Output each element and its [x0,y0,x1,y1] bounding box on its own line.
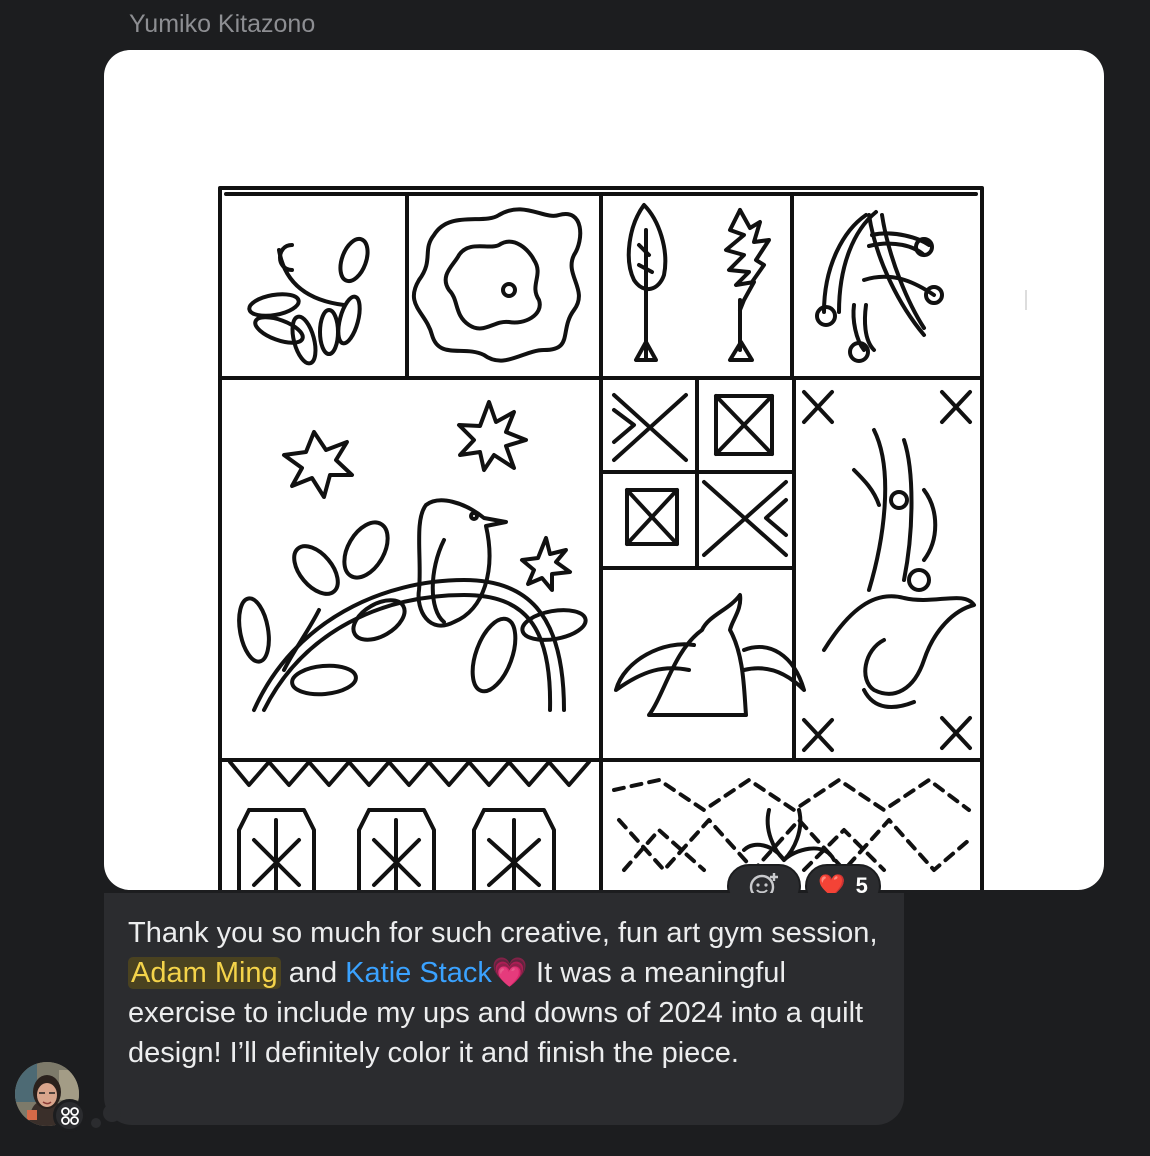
heart-emoji: 💗 [491,957,528,989]
sender-name[interactable]: Yumiko Kitazono [129,10,315,39]
message-text-part1: Thank you so much for such creative, fun… [128,917,878,949]
quilt-sketch [218,186,1027,890]
bubble-tail-dot [91,1118,101,1128]
mention-adam-ming[interactable]: Adam Ming [128,957,281,989]
bubble-tail [103,1104,121,1122]
message-text-part2: and [280,957,346,989]
workplace-badge-icon [53,1099,86,1132]
mention-katie-stack[interactable]: Katie Stack [345,957,492,989]
message-bubble[interactable]: Thank you so much for such creative, fun… [104,893,904,1125]
attached-image-quilt-drawing[interactable] [104,50,1104,890]
